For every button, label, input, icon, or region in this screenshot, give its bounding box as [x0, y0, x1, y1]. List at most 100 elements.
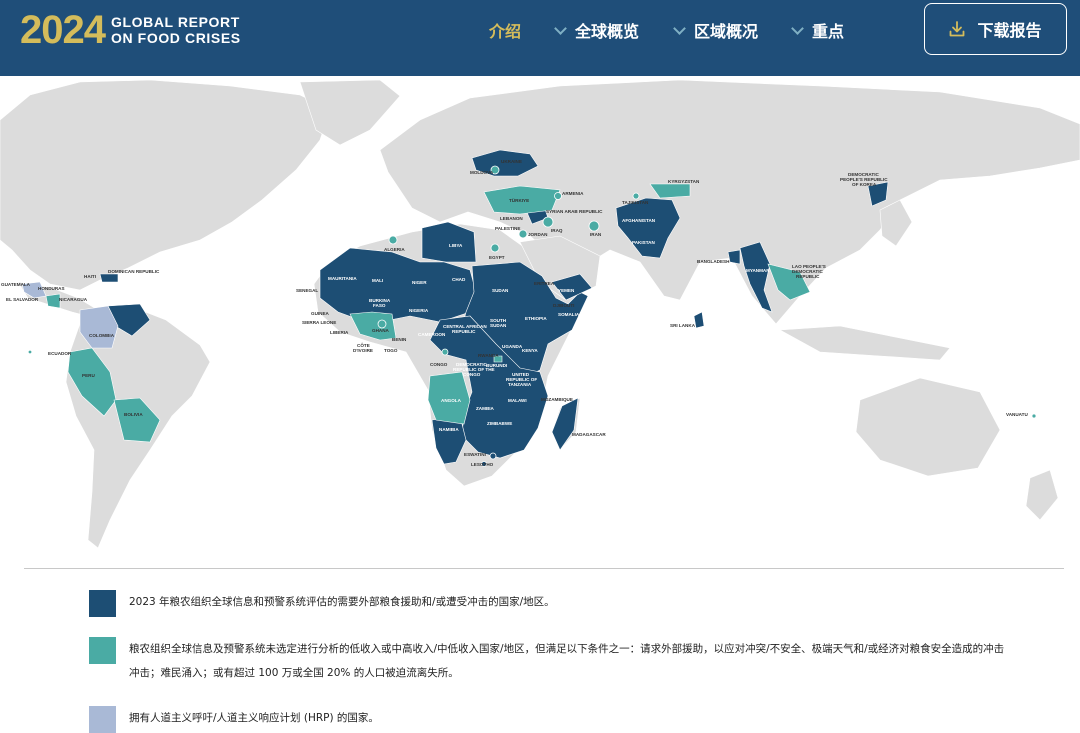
label-syria: SYRIAN ARAB REPUBLIC	[546, 209, 603, 214]
label-lebanon: LEBANON	[500, 216, 523, 221]
label-kenya: KENYA	[522, 348, 538, 353]
top-navigation-bar: 2024 GLOBAL REPORT ON FOOD CRISES 介绍 全球概…	[0, 0, 1080, 76]
marker-eswatini	[489, 452, 497, 460]
logo-title-line2: ON FOOD CRISES	[110, 30, 241, 46]
download-report-button[interactable]: 下载报告	[924, 3, 1067, 55]
legend-text-hrp-countries: 拥有人道主义呼吁/人道主义响应计划 (HRP) 的国家。	[129, 712, 379, 724]
nav-highlights-label: 重点	[812, 22, 845, 41]
label-guatemala: GUATEMALA	[1, 282, 31, 287]
label-niger: NIGER	[412, 280, 427, 285]
label-rwanda: RWANDA	[478, 353, 499, 358]
chevron-down-icon	[791, 21, 804, 35]
marker-tajikistan	[632, 192, 640, 200]
logo-title-line1: GLOBAL REPORT	[110, 14, 240, 30]
label-lesotho: LESOTHO	[471, 462, 494, 467]
region-haiti-dominican	[99, 273, 119, 283]
label-namibia: NAMIBIA	[439, 427, 459, 432]
marker-benin	[377, 319, 387, 329]
label-algeria: ALGERIA	[384, 247, 405, 252]
label-malawi: MALAWI	[508, 398, 527, 403]
grfc-logo[interactable]: 2024 GLOBAL REPORT ON FOOD CRISES	[20, 8, 241, 52]
logo-year: 2024	[20, 8, 106, 52]
marker-armenia	[554, 192, 562, 200]
region-nicaragua	[45, 293, 61, 309]
label-nicaragua: NICARAGUA	[59, 297, 88, 302]
label-zambia: ZAMBIA	[476, 406, 495, 411]
region-bangladesh	[727, 249, 741, 265]
label-sudan: SUDAN	[492, 288, 509, 293]
label-liberia: LIBERIA	[330, 330, 349, 335]
nav-introduction[interactable]: 介绍	[489, 18, 521, 42]
label-haiti: HAITI	[84, 274, 96, 279]
legend-text-assessed-countries: 2023 年粮农组织全球信息和预警系统评估的需要外部粮食援助和/或遭受冲击的国家…	[129, 596, 555, 608]
label-bangladesh: BANGLADESH	[697, 259, 730, 264]
label-vanuatu: VANUATU	[1006, 412, 1028, 417]
label-ghana: GHANA	[372, 328, 390, 333]
legend-swatch-light-blue	[89, 706, 116, 733]
label-zimbabwe: ZIMBABWE	[487, 421, 512, 426]
label-madagascar: MADAGASCAR	[572, 432, 606, 437]
chevron-down-icon	[673, 21, 686, 35]
label-moldova: MOLDOVA	[470, 170, 494, 175]
label-libya: LIBYA	[449, 243, 463, 248]
logo-title: GLOBAL REPORT ON FOOD CRISES	[111, 14, 241, 46]
marker-caribbean	[27, 349, 33, 355]
label-dominican: DOMINICAN REPUBLIC	[108, 269, 160, 274]
label-el-salvador: EL SALVADOR	[6, 297, 39, 302]
nav-regional-overview-label: 区域概况	[694, 22, 759, 41]
chevron-down-icon	[554, 21, 567, 35]
label-pakistan: PAKISTAN	[632, 240, 655, 245]
label-colombia: COLOMBIA	[89, 333, 115, 338]
label-dprk-3: OF KOREA	[852, 182, 877, 187]
marker-egypt	[490, 243, 500, 253]
label-jordan: JORDAN	[528, 232, 548, 237]
label-cote-2: D'IVOIRE	[353, 348, 373, 353]
label-bolivia: BOLIVIA	[124, 412, 143, 417]
label-mali: MALI	[372, 278, 383, 283]
label-angola: ANGOLA	[441, 398, 462, 403]
label-honduras: HONDURAS	[38, 286, 65, 291]
marker-jordan	[518, 229, 528, 239]
label-drc-3: CONGO	[463, 372, 481, 377]
nav-regional-overview[interactable]: 区域概况	[673, 18, 759, 42]
label-chad: CHAD	[452, 277, 466, 282]
label-yemen: YEMEN	[558, 288, 575, 293]
legend-text-non-selected-countries: 粮农组织全球信息及预警系统未选定进行分析的低收入或中高收入/中低收入国家/地区，…	[129, 643, 1005, 679]
download-icon	[950, 21, 965, 37]
label-ethiopia: ETHIOPIA	[525, 316, 547, 321]
label-afghanistan: AFGHANISTAN	[622, 218, 656, 223]
label-djibouti: DJIBOUTI	[553, 303, 574, 308]
label-myanmar: MYANMAR	[746, 268, 770, 273]
marker-algeria	[388, 235, 398, 245]
label-ecuador: ECUADOR	[48, 351, 72, 356]
marker-iran	[588, 220, 600, 232]
label-lao-3: REPUBLIC	[796, 274, 820, 279]
marker-congo	[441, 348, 449, 356]
label-nigeria: NIGERIA	[409, 308, 429, 313]
label-uganda: UGANDA	[502, 344, 523, 349]
label-mauritania: MAURITANIA	[328, 276, 357, 281]
nav-introduction-label: 介绍	[489, 22, 522, 41]
label-palestine: PALESTINE	[495, 226, 520, 231]
label-sierra-leone: SIERRA LEONE	[302, 320, 336, 325]
world-food-crisis-map: UKRAINE MOLDOVA ARMENIA TÜRKIYE SYRIAN A…	[0, 76, 1080, 568]
label-kyrgyzstan: KYRGYZSTAN	[668, 179, 700, 184]
label-iraq: IRAQ	[551, 228, 563, 233]
nav-global-overview[interactable]: 全球概览	[554, 18, 640, 42]
label-peru: PERU	[82, 373, 95, 378]
label-somalia: SOMALIA	[558, 312, 580, 317]
download-report-label: 下载报告	[977, 21, 1042, 40]
label-benin: BENIN	[392, 337, 407, 342]
label-tanzania-3: TANZANIA	[508, 382, 532, 387]
marker-iraq	[542, 216, 554, 228]
legend-swatch-teal	[89, 637, 116, 664]
label-ukraine: UKRAINE	[501, 159, 522, 164]
legend-swatch-dark-navy	[89, 590, 116, 617]
label-armenia: ARMENIA	[562, 191, 584, 196]
label-egypt: EGYPT	[489, 255, 505, 260]
nav-global-overview-label: 全球概览	[575, 22, 640, 41]
nav-highlights[interactable]: 重点	[791, 18, 845, 42]
label-south-sudan-2: SUDAN	[490, 323, 507, 328]
label-tajikistan: TAJIKISTAN	[622, 200, 649, 205]
label-eswatini: ESWATINI	[464, 452, 486, 457]
